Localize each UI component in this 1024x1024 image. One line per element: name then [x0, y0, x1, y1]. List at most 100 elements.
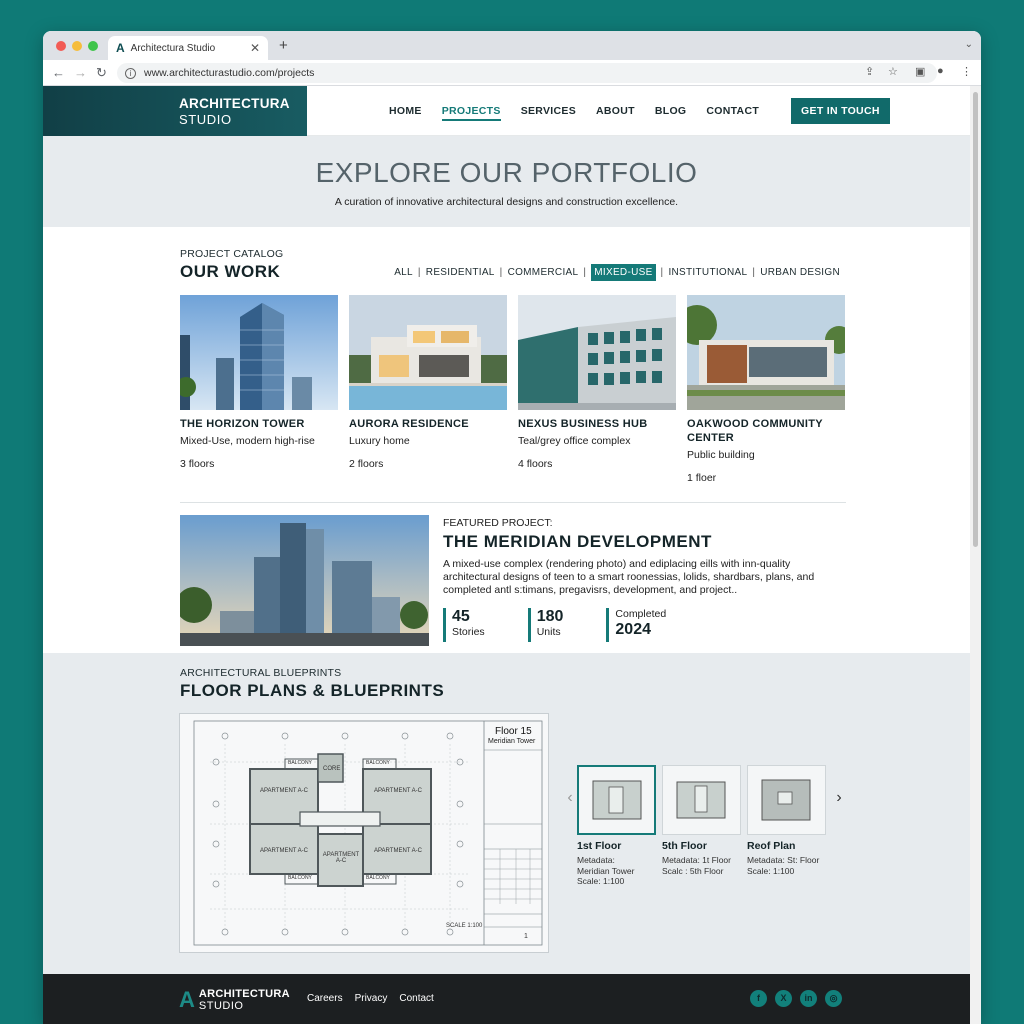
plan-room-label: APARTMENT A-C: [374, 848, 423, 854]
thumbnail-image[interactable]: [662, 765, 741, 835]
web-page: ARCHITECTURA STUDIO HOME PROJECTS SERVIC…: [43, 86, 970, 1024]
aurora-residence-image[interactable]: [349, 295, 507, 410]
forward-icon[interactable]: →: [74, 65, 87, 80]
plan-sheet-number: 1: [524, 933, 528, 940]
nav-contact[interactable]: CONTACT: [706, 105, 759, 117]
reload-icon[interactable]: ↻: [96, 65, 107, 81]
hero-title: EXPLORE OUR PORTFOLIO: [315, 157, 698, 188]
plan-title: Floor 15: [495, 726, 532, 737]
plan-room-label: APARTMENT A-C: [322, 852, 360, 864]
filter-mixed-use[interactable]: MIXED-USE: [591, 264, 656, 281]
thumbnail-card[interactable]: Reof Plan Metadata: St: Floor Scale: 1:1…: [747, 765, 826, 876]
nav-services[interactable]: SERVICES: [521, 105, 576, 117]
tab-menu-icon[interactable]: ⌄: [965, 39, 973, 50]
thumbnail-meta: Metadata: Meridian Tower Scale: 1:100: [577, 855, 635, 886]
maximize-window-button[interactable]: [88, 41, 98, 51]
footer-link-contact[interactable]: Contact: [399, 993, 433, 1004]
site-info-icon[interactable]: i: [125, 67, 136, 79]
share-icon[interactable]: ⇪: [865, 65, 874, 78]
filter-urban-design[interactable]: URBAN DESIGN: [760, 267, 840, 278]
nexus-business-hub-image[interactable]: [518, 295, 676, 410]
catalog-eyebrow: PROJECT CATALOG: [180, 248, 284, 260]
footer-logo-line2: STUDIO: [198, 1000, 244, 1012]
instagram-icon[interactable]: ◎: [825, 990, 842, 1007]
featured-label: FEATURED PROJECT:: [443, 517, 553, 529]
linkedin-icon[interactable]: in: [800, 990, 817, 1007]
page-scrollbar[interactable]: [970, 86, 981, 1024]
back-icon[interactable]: ←: [52, 65, 65, 80]
nav-about[interactable]: ABOUT: [596, 105, 635, 117]
stat-label: Completed: [615, 608, 667, 620]
thumbnail-card[interactable]: 5th Floor Metadata: 1t Floor Scalc : 5th…: [662, 765, 741, 876]
floor-plan-viewer[interactable]: APARTMENT A-C CORE APARTMENT A-C APARTME…: [179, 713, 549, 953]
favicon-icon: A: [116, 41, 125, 55]
filter-institutional[interactable]: INSTITUTIONAL: [668, 267, 747, 278]
filter-residential[interactable]: RESIDENTIAL: [426, 267, 495, 278]
url-field[interactable]: i www.architecturastudio.com/projects: [117, 63, 937, 83]
chevron-left-icon[interactable]: ‹: [563, 789, 577, 807]
stat-completed: Completed 2024: [606, 608, 666, 642]
minimize-window-button[interactable]: [72, 41, 82, 51]
window-controls: [56, 41, 98, 51]
browser-tab[interactable]: A Architectura Studio ✕: [108, 36, 268, 60]
plan-subtitle: Meridian Tower: [488, 738, 536, 745]
featured-text: FEATURED PROJECT: THE MERIDIAN DEVELOPME…: [443, 515, 843, 646]
meridian-development-image[interactable]: [180, 515, 429, 646]
horizon-tower-image[interactable]: [180, 295, 338, 410]
stat-value: 45: [452, 608, 470, 625]
project-desc: Luxury home: [349, 435, 410, 447]
tab-title: Architectura Studio: [130, 42, 216, 54]
thumbnail-image[interactable]: [747, 765, 826, 835]
bookmark-star-icon[interactable]: ☆: [888, 65, 898, 78]
project-card[interactable]: THE HORIZON TOWER Mixed-Use, modern high…: [180, 295, 338, 484]
nav-blog[interactable]: BLOG: [655, 105, 687, 117]
footer-link-careers[interactable]: Careers: [307, 993, 343, 1004]
project-floors: 2 floors: [349, 458, 384, 470]
project-name[interactable]: NEXUS BUSINESS HUB: [518, 417, 676, 431]
menu-icon[interactable]: ⋮: [961, 65, 972, 78]
project-name[interactable]: THE HORIZON TOWER: [180, 417, 338, 431]
url-text: www.architecturastudio.com/projects: [144, 67, 315, 79]
close-window-button[interactable]: [56, 41, 66, 51]
plan-balcony-label: BALCONY: [288, 875, 312, 881]
x-icon[interactable]: X: [775, 990, 792, 1007]
project-card[interactable]: AURORA RESIDENCE Luxury home 2 floors: [349, 295, 507, 484]
chevron-right-icon[interactable]: ›: [832, 789, 846, 807]
blueprints-title: FLOOR PLANS & BLUEPRINTS: [180, 681, 445, 700]
project-card[interactable]: NEXUS BUSINESS HUB Teal/grey office comp…: [518, 295, 676, 484]
stat-label: Stories: [452, 626, 485, 638]
get-in-touch-button[interactable]: GET IN TOUCH: [791, 97, 890, 124]
browser-window: A Architectura Studio ✕ + ⌄ ← → ↻ i www.…: [43, 31, 981, 1024]
footer-logo-line1: ARCHITECTURA: [198, 988, 290, 1000]
hero-section: EXPLORE OUR PORTFOLIO A curation of inno…: [43, 136, 970, 227]
nav-home[interactable]: HOME: [389, 105, 422, 117]
project-floors: 3 floors: [180, 458, 215, 470]
scrollbar-thumb[interactable]: [973, 92, 978, 547]
oakwood-community-center-image[interactable]: [687, 295, 845, 410]
project-card[interactable]: OAKWOOD COMMUNITY CENTER Public building…: [687, 295, 845, 484]
facebook-icon[interactable]: f: [750, 990, 767, 1007]
footer-link-privacy[interactable]: Privacy: [355, 993, 388, 1004]
nav-projects[interactable]: PROJECTS: [441, 105, 501, 121]
footer-logo[interactable]: A ARCHITECTURA STUDIO: [179, 987, 290, 1013]
new-tab-icon[interactable]: +: [279, 37, 288, 54]
site-logo[interactable]: ARCHITECTURA STUDIO: [43, 86, 307, 136]
project-name[interactable]: AURORA RESIDENCE: [349, 417, 507, 431]
stat-value: 2024: [615, 621, 651, 638]
plan-balcony-label: BALCONY: [366, 875, 390, 881]
featured-title[interactable]: THE MERIDIAN DEVELOPMENT: [443, 532, 843, 552]
filter-commercial[interactable]: COMMERCIAL: [508, 267, 579, 278]
project-desc: Public building: [687, 449, 755, 461]
filter-all[interactable]: ALL: [394, 267, 413, 278]
project-floors: 1 floer: [687, 472, 717, 484]
thumbnail-name: Reof Plan: [747, 840, 796, 852]
thumbnail-card[interactable]: 1st Floor Metadata: Meridian Tower Scale…: [577, 765, 656, 887]
sidebar-icon[interactable]: ▣: [915, 65, 925, 78]
thumbnail-image[interactable]: [577, 765, 656, 835]
thumbnail-meta: Metadata: St: Floor Scale: 1:100: [747, 855, 820, 876]
thumbnail-name: 1st Floor: [577, 840, 622, 852]
project-name[interactable]: OAKWOOD COMMUNITY CENTER: [687, 417, 845, 445]
close-tab-icon[interactable]: ✕: [250, 41, 260, 55]
profile-icon[interactable]: ●: [937, 65, 944, 77]
logo-mark-icon: A: [179, 987, 195, 1012]
